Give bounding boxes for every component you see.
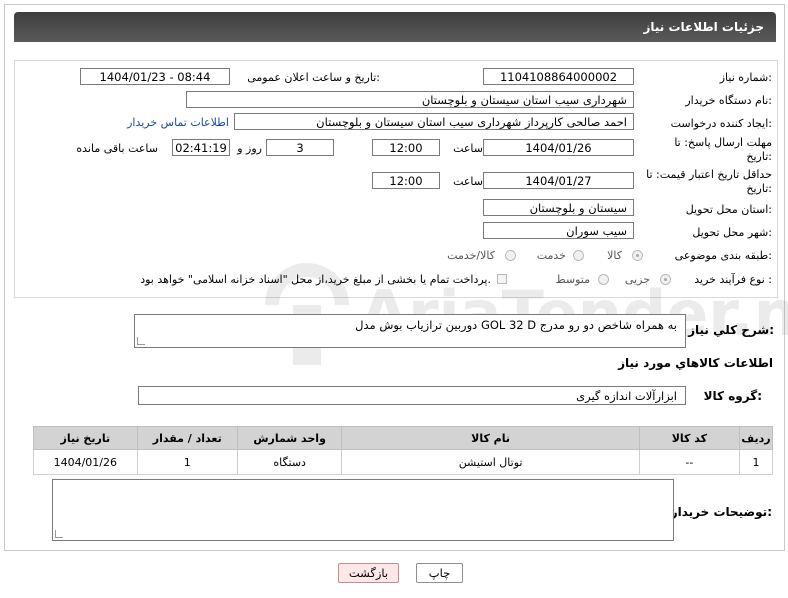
buyer-org-label: نام دستگاه خریدار: bbox=[685, 94, 772, 107]
category-goods-label: کالا bbox=[607, 249, 622, 262]
category-goods-service-label: کالا/خدمت bbox=[447, 249, 495, 262]
summary-textarea: دوربین ترازیاب بوش مدل GOL 32 D به همراه… bbox=[134, 314, 686, 348]
price-validity-label: حداقل تاریخ اعتبار قیمت: تا تاریخ: bbox=[646, 168, 772, 195]
col-unit: واحد شمارش bbox=[236, 426, 343, 450]
col-need-date: تاریخ نیاز bbox=[33, 426, 138, 450]
col-item-name: نام کالا bbox=[341, 426, 640, 450]
process-medium-label: متوسط bbox=[555, 273, 590, 286]
category-service-radio[interactable] bbox=[573, 250, 584, 261]
process-minor-radio[interactable] bbox=[660, 274, 671, 285]
announce-datetime-label: تاریخ و ساعت اعلان عمومی: bbox=[247, 71, 380, 84]
goods-group-value: ابزارآلات اندازه گیری bbox=[576, 389, 677, 403]
goods-group-field: ابزارآلات اندازه گیری bbox=[138, 386, 686, 405]
treasury-payment-checkbox[interactable] bbox=[497, 274, 507, 284]
process-type-label: نوع فرآیند خرید : bbox=[694, 273, 772, 286]
price-validity-time-field: 12:00 bbox=[372, 172, 440, 189]
cell-item-name: توتال استیشن bbox=[341, 449, 640, 475]
buyer-notes-label: توضیحات خریدار: bbox=[670, 505, 772, 519]
category-label: طبقه بندی موضوعی: bbox=[674, 249, 772, 262]
col-quantity: تعداد / مقدار bbox=[136, 426, 238, 450]
col-row: ردیف bbox=[739, 426, 773, 450]
goods-table-header: تاریخ نیاز تعداد / مقدار واحد شمارش نام … bbox=[33, 426, 773, 450]
buyer-contact-link[interactable]: اطلاعات تماس خریدار bbox=[127, 116, 229, 129]
summary-text: دوربین ترازیاب بوش مدل GOL 32 D به همراه… bbox=[355, 318, 677, 332]
reply-deadline-label: مهلت ارسال پاسخ: تا تاریخ: bbox=[674, 136, 772, 163]
price-validity-date-field: 1404/01/27 bbox=[483, 172, 634, 189]
buyer-notes-textarea[interactable] bbox=[52, 479, 674, 541]
goods-table: تاریخ نیاز تعداد / مقدار واحد شمارش نام … bbox=[33, 426, 773, 475]
table-row: 1404/01/26 1 دستگاه توتال استیشن -- 1 bbox=[33, 449, 773, 475]
category-goods-radio[interactable] bbox=[632, 250, 643, 261]
remaining-time-label: ساعت باقی مانده bbox=[76, 142, 158, 155]
process-minor-label: جزیی bbox=[624, 273, 650, 286]
announce-datetime-field: 1404/01/23 - 08:44 bbox=[80, 68, 230, 85]
goods-section-title: اطلاعات کالاهاي مورد نياز bbox=[618, 356, 773, 370]
province-label: استان محل تحویل: bbox=[685, 203, 772, 216]
price-validity-time-label: ساعت bbox=[453, 175, 483, 188]
process-medium-radio[interactable] bbox=[598, 274, 609, 285]
cell-item-code: -- bbox=[638, 449, 741, 475]
col-item-code: کد کالا bbox=[638, 426, 741, 450]
header-bar: جزئیات اطلاعات نیاز bbox=[14, 12, 776, 42]
summary-label: شرح کلي نياز: bbox=[688, 323, 774, 337]
cell-quantity: 1 bbox=[136, 449, 238, 475]
need-number-field: 1104108864000002 bbox=[483, 68, 634, 85]
need-number-label: شماره نیاز: bbox=[719, 71, 772, 84]
city-field: سیب سوران bbox=[483, 222, 634, 239]
city-label: شهر محل تحویل: bbox=[692, 226, 772, 239]
creator-label: ایجاد کننده درخواست: bbox=[670, 117, 772, 130]
days-remaining-field: 3 bbox=[266, 139, 334, 156]
creator-field: احمد صالحی کارپرداز شهرداری سیب استان سی… bbox=[234, 113, 634, 130]
category-goods-service-radio[interactable] bbox=[505, 250, 516, 261]
cell-unit: دستگاه bbox=[236, 449, 343, 475]
cell-row: 1 bbox=[739, 449, 773, 475]
category-service-label: خدمت bbox=[536, 249, 566, 262]
page-title: جزئیات اطلاعات نیاز bbox=[643, 20, 764, 34]
reply-time-label: ساعت bbox=[453, 142, 483, 155]
buyer-org-field: شهرداری سیب استان سیستان و بلوچستان bbox=[186, 91, 634, 108]
treasury-payment-note: پرداخت تمام یا بخشی از مبلغ خرید،از محل … bbox=[140, 273, 491, 286]
reply-date-field: 1404/01/26 bbox=[483, 139, 634, 156]
goods-group-label: گروه کالا: bbox=[703, 389, 762, 403]
print-button[interactable]: چاپ bbox=[416, 563, 463, 583]
days-label: روز و bbox=[237, 142, 262, 155]
remaining-time-field: 02:41:19 bbox=[172, 139, 230, 156]
back-button[interactable]: بازگشت bbox=[338, 563, 399, 583]
cell-need-date: 1404/01/26 bbox=[33, 449, 138, 475]
province-field: سیستان و بلوچستان bbox=[483, 199, 634, 216]
reply-time-field: 12:00 bbox=[372, 139, 440, 156]
